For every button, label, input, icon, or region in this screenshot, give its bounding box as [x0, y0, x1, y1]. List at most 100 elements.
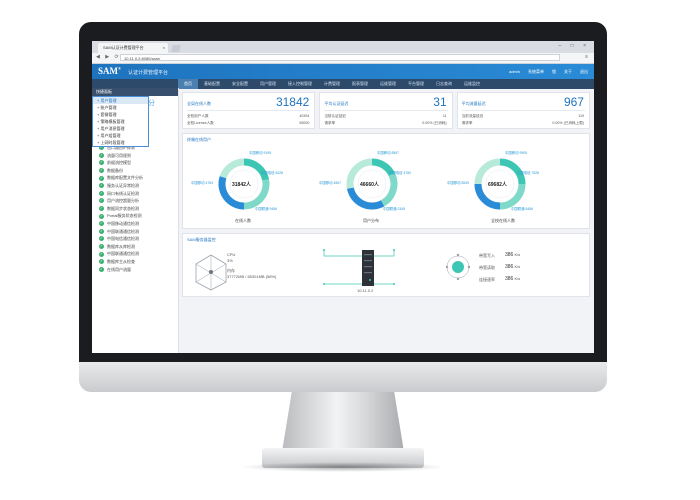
donut-label: 中国移动 9195	[249, 151, 272, 155]
check-icon: ✓	[99, 213, 104, 219]
check-icon: ✓	[99, 266, 104, 272]
donut-center-value: 69682人	[488, 182, 507, 188]
sidebar-item[interactable]: ✓ 流量可用规则	[92, 152, 178, 160]
tab-title: SAM认证计费管理平台	[103, 45, 144, 50]
dropdown-item[interactable]: + 用户管理	[93, 97, 148, 104]
check-icon: ✓	[99, 190, 104, 196]
server-rack-icon	[362, 250, 374, 286]
donut-label: 中国移动 8567	[377, 151, 400, 155]
card-title: 平均流量延迟	[461, 101, 486, 106]
donut-label: 中国移动 4763	[191, 181, 214, 185]
row-value: 0.00% (已消耗)	[422, 121, 447, 125]
stand-shadow	[240, 462, 446, 472]
check-icon: ✓	[99, 168, 104, 174]
server-monitor-panel: SAM服务器监控 CPU 3% 内存 37772MB / 65301MB (58…	[182, 233, 590, 297]
app-header: SAM® 认证计费管理平台 admin 系统菜单 锁 关于 退出	[92, 64, 594, 79]
user-menu[interactable]: admin	[509, 69, 520, 75]
check-icon: ✓	[99, 221, 104, 227]
monitor-stand-neck	[282, 392, 404, 452]
system-menu-button[interactable]: 系统菜单	[528, 69, 544, 75]
url-input[interactable]: 10.11.0.2:8080/sam/	[120, 54, 560, 61]
donut-label: 中国联通 8456	[511, 207, 534, 211]
close-icon[interactable]: ×	[163, 43, 165, 53]
donut-chart: 中国移动 8567 中国移动 4567 中国联通 2345 中国电信 4780 4666…	[317, 146, 427, 230]
window-controls[interactable]: – □ ×	[559, 43, 591, 49]
server-diagram	[323, 249, 395, 286]
row-value: 11	[442, 114, 447, 118]
donut-chart: 中国移动 9195 中国移动 4763 中国联通 9456 中国电信 8428 3184…	[189, 146, 299, 230]
net-stat-label: 带宽读取	[479, 265, 495, 270]
card-value: 31842	[275, 95, 310, 109]
row-label: 全校License人数	[187, 121, 214, 125]
donut-label: 中国移动 4567	[319, 181, 342, 185]
sidebar-item[interactable]: ✓ 中国电信通信检测	[92, 235, 178, 243]
menu-icon[interactable]: ≡	[585, 54, 588, 60]
row-value: 0.00% (已消耗上限)	[552, 121, 584, 125]
browser-tab-bar: SAM认证计费管理平台 × – □ ×	[92, 41, 594, 53]
check-icon: ✓	[99, 228, 104, 234]
row-label: 请求率	[324, 121, 336, 125]
dropdown-item[interactable]: + 上网时段管理	[93, 139, 148, 146]
sidebar-item[interactable]: ✓ 数据库配置文件分析	[92, 174, 178, 182]
about-button[interactable]: 关于	[564, 69, 572, 75]
sidebar-header[interactable]: 快捷面板	[92, 88, 178, 96]
donut-label: 中国联通 2345	[383, 207, 406, 211]
dropdown-item[interactable]: + 用户组管理	[93, 132, 148, 139]
sidebar-item[interactable]: ✓ 数据备份	[92, 167, 178, 175]
sidebar-item[interactable]: ✓ 中国联通通信检测	[92, 250, 178, 258]
dropdown-item[interactable]: + 策略模板管理	[93, 118, 148, 125]
dropdown-item[interactable]: + 用户消息管理	[93, 125, 148, 132]
donut-label: 中国电信 4780	[389, 171, 412, 175]
sidebar-list: + 日志管理 ✓出口路由IP探测✓流量可用规则✓前缀流控模型✓数据备份✓数据库配…	[92, 136, 178, 273]
summary-card: 全局在线人数 31842 全校用户人数 40394 全校License人数 55000	[182, 92, 316, 129]
logout-button[interactable]: 退出	[580, 69, 588, 75]
app-body: 快捷面板 + 用户管理 + 账户管理 + 套餐管理 + 策略模板管理 + 用户消息管理 +…	[92, 88, 594, 353]
sidebar-item[interactable]: ✓ 数据库从库检测	[92, 243, 178, 251]
row-label: 当前流量延迟	[461, 114, 484, 118]
net-stat-label: 带宽写入	[479, 253, 495, 258]
cpu-label: CPU	[227, 252, 236, 257]
row-label: 当前认证延迟	[324, 114, 346, 118]
sidebar: 快捷面板 + 用户管理 + 账户管理 + 套餐管理 + 策略模板管理 + 用户消息管理 +…	[92, 88, 179, 353]
sidebar-item[interactable]: ✓ 数据库主从检查	[92, 258, 178, 266]
sidebar-item[interactable]: ✓ Portal服务状态检测	[92, 212, 178, 220]
address-bar: ◀ ▶ ⟳ 10.11.0.2:8080/sam/ ≡	[92, 53, 594, 64]
screen: SAM认证计费管理平台 × – □ × ◀ ▶ ⟳ 10.11.0.2:8080…	[92, 41, 594, 353]
card-title: 平均认证延迟	[324, 101, 349, 106]
check-icon: ✓	[99, 160, 104, 166]
sidebar-partial-text: 分	[148, 100, 155, 107]
browser-nav-icons[interactable]: ◀ ▶ ⟳	[96, 54, 121, 60]
net-stat-value: 386 K/s	[505, 264, 521, 270]
sidebar-dropdown-menu: + 用户管理 + 账户管理 + 套餐管理 + 策略模板管理 + 用户消息管理 + 用户组管…	[92, 96, 149, 147]
sidebar-item[interactable]: ✓ 用户流控超量分析	[92, 197, 178, 205]
row-label: 全校用户人数	[187, 114, 209, 118]
net-stat-value: 386 K/s	[505, 276, 521, 282]
sidebar-item[interactable]: ✓ 网口有线认证检测	[92, 190, 178, 198]
dropdown-item[interactable]: + 账户管理	[93, 104, 148, 111]
new-tab-button[interactable]	[171, 45, 181, 52]
sidebar-item[interactable]: ✓ 服务认证异常检测	[92, 182, 178, 190]
online-users-panel: 终端在线用户 中国移动 9195 中国移动 4763 中国联通 9456 中国电信 8…	[182, 133, 590, 229]
sidebar-item[interactable]: ✓ 在线用户流量	[92, 266, 178, 274]
donut-center-value: 31842人	[232, 182, 251, 188]
sidebar-item[interactable]: ✓ 中国移动通信检测	[92, 220, 178, 228]
summary-card: 平均认证延迟 31 当前认证延迟 11 请求率 0.00% (已消耗)	[319, 92, 453, 129]
app-logo: SAM®	[98, 66, 121, 76]
donut-caption: 全校在线人数	[491, 218, 515, 223]
donut-center-value: 46660人	[360, 182, 379, 188]
monitor-row: CPU 3% 内存 37772MB / 65301MB (58%) 10.11.…	[183, 244, 589, 298]
mem-value: 37772MB / 65301MB (58%)	[227, 274, 277, 279]
donut-label: 中国移动 8549	[447, 181, 470, 185]
card-value: 31	[433, 95, 447, 109]
lock-button[interactable]: 锁	[552, 69, 556, 75]
check-icon: ✓	[99, 236, 104, 242]
sidebar-item[interactable]: ✓ 数据同步状态检测	[92, 205, 178, 213]
donut-label: 中国电信 7628	[517, 171, 540, 175]
header-actions: admin 系统菜单 锁 关于 退出	[509, 69, 588, 75]
net-stat-label: 连接速率	[479, 277, 495, 282]
browser-tab[interactable]: SAM认证计费管理平台 ×	[98, 43, 168, 53]
sidebar-item[interactable]: ✓ 前缀流控模型	[92, 159, 178, 167]
sidebar-item[interactable]: ✓ 中国联通通信检测	[92, 228, 178, 236]
dropdown-item[interactable]: + 套餐管理	[93, 111, 148, 118]
donut-chart: 中国移动 9905 中国移动 8549 中国联通 8456 中国电信 7628 6968…	[445, 146, 555, 230]
